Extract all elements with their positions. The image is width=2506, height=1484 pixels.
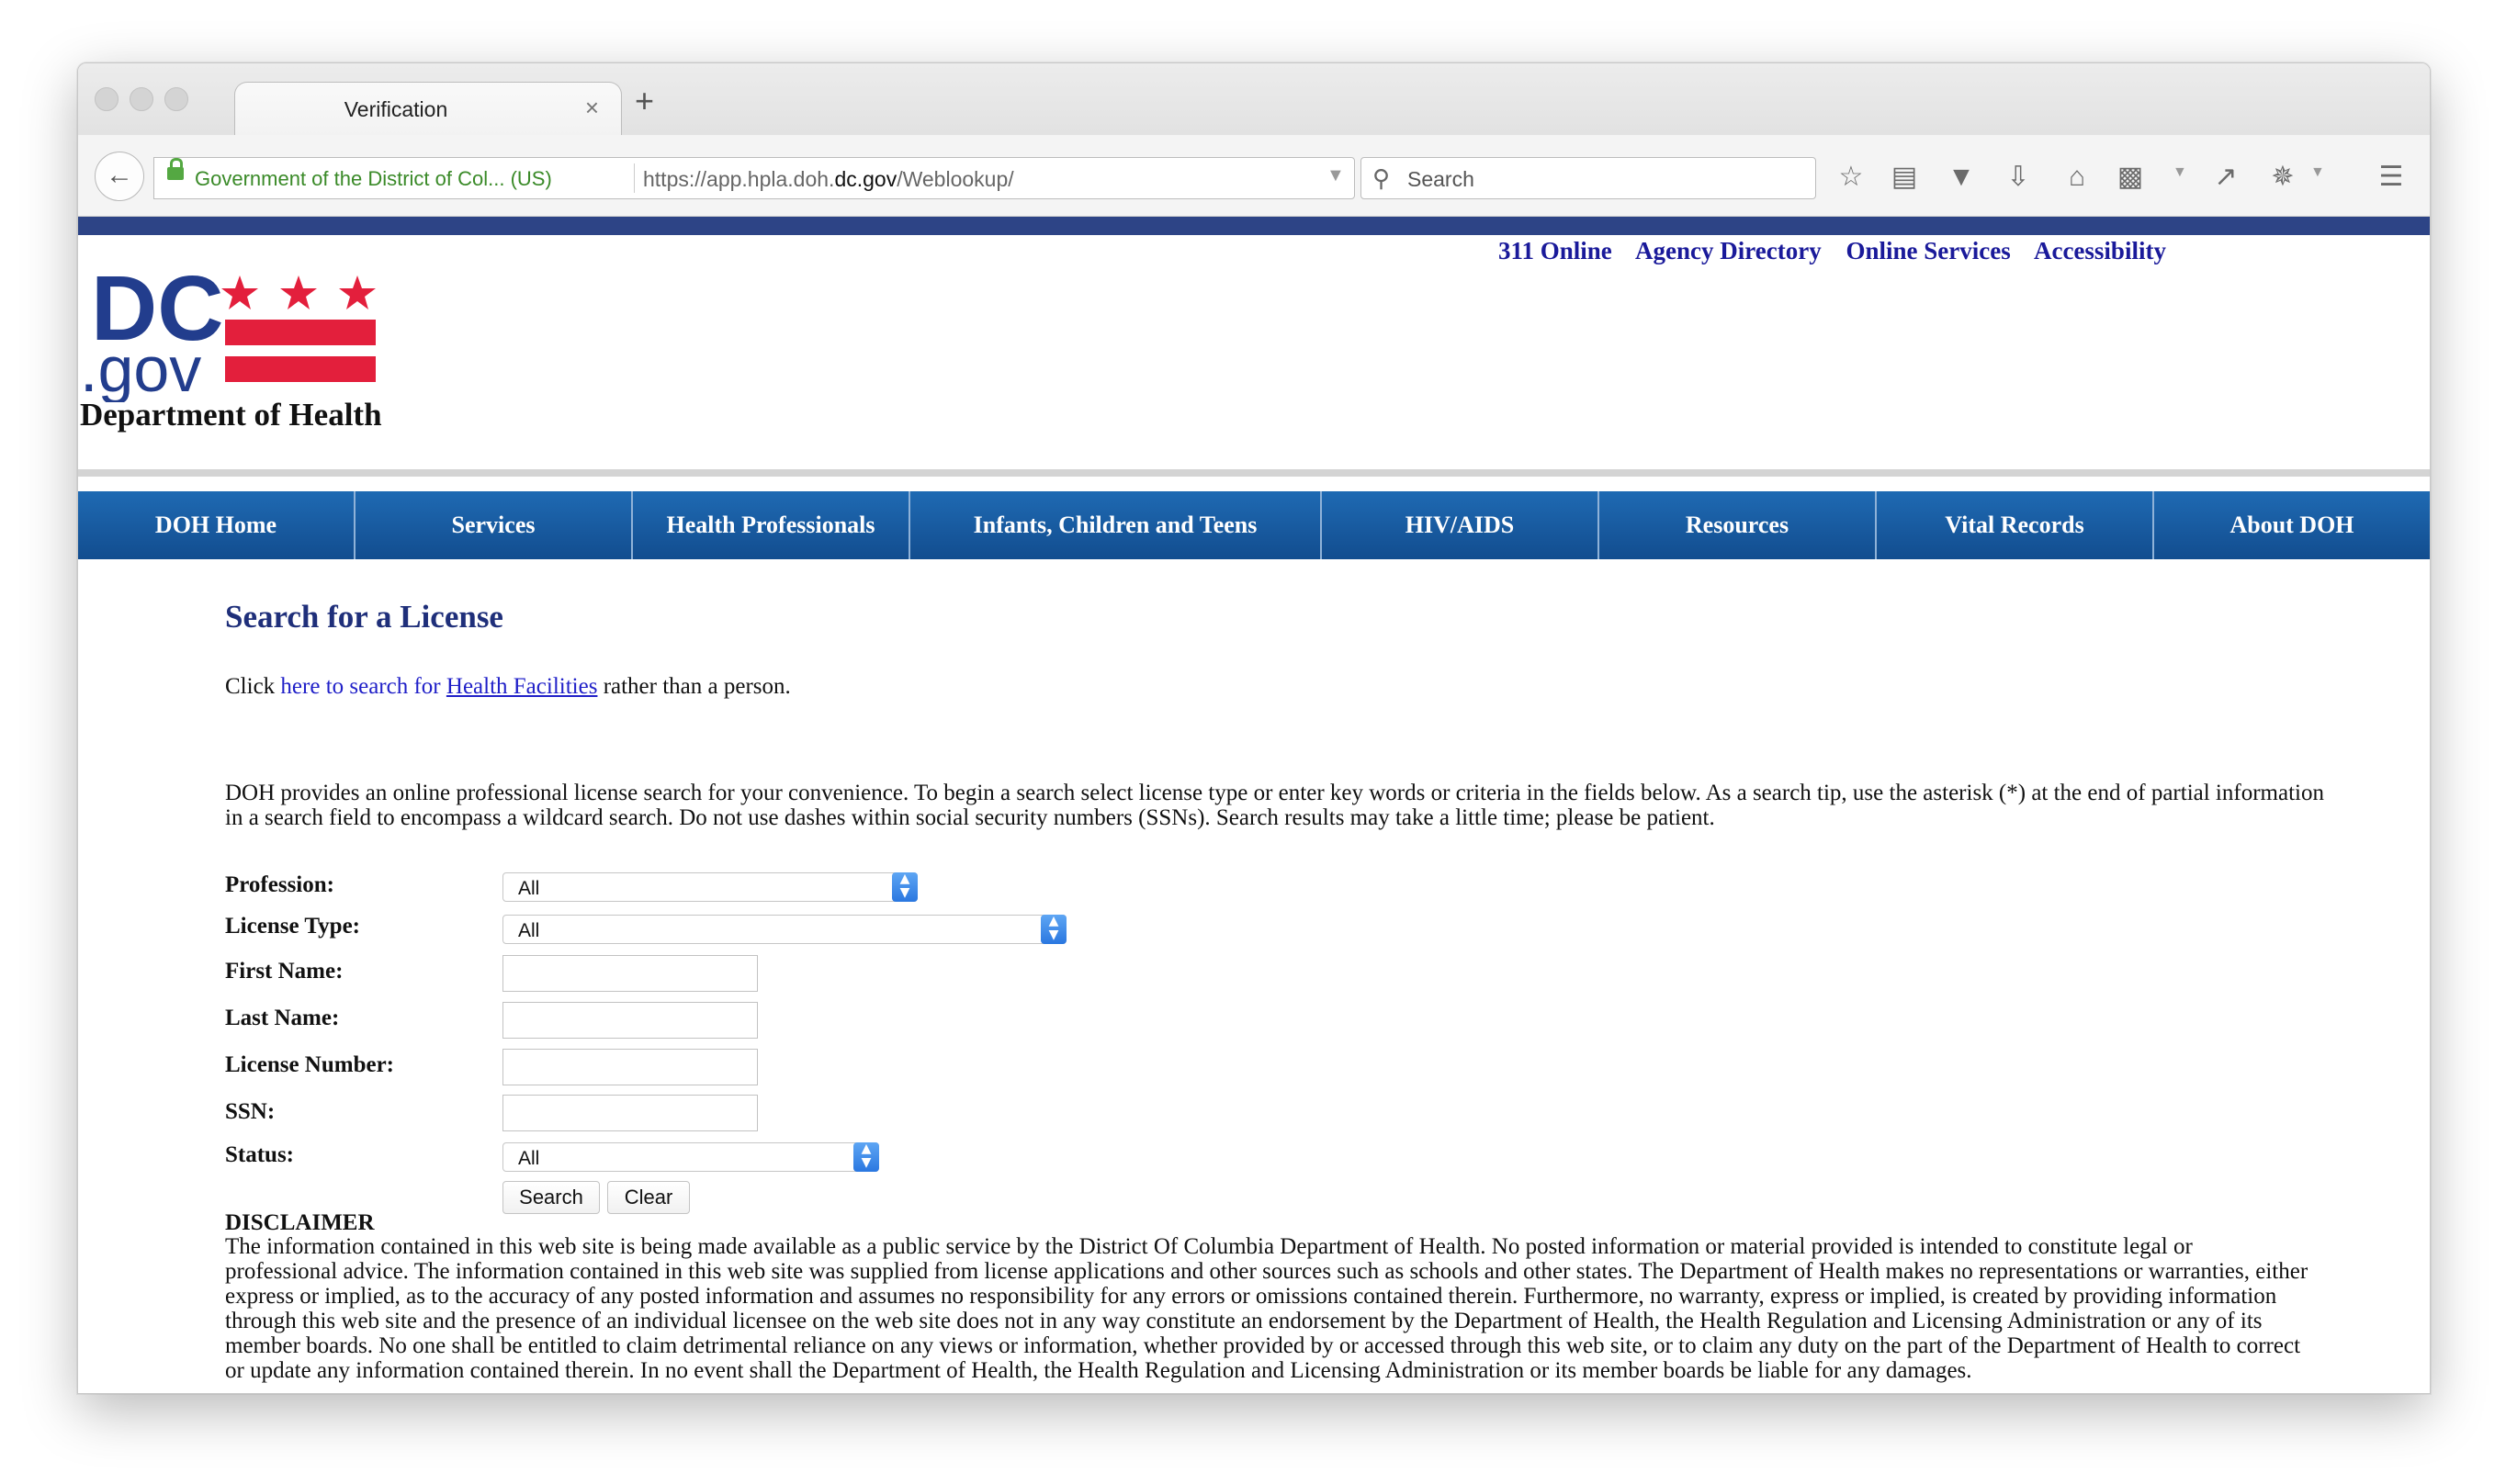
pdf-dropdown-icon[interactable]: ▼ bbox=[2173, 164, 2187, 181]
first-name-label: First Name: bbox=[225, 959, 344, 984]
department-name: Department of Health bbox=[80, 397, 382, 433]
health-facilities-link[interactable]: Health Facilities bbox=[446, 674, 598, 699]
site-identity[interactable]: Government of the District of Col... (US… bbox=[195, 167, 552, 191]
click-prefix: Click bbox=[225, 674, 281, 699]
ssn-input[interactable] bbox=[502, 1095, 758, 1131]
nav-vital-records[interactable]: Vital Records bbox=[1877, 491, 2154, 559]
title-bar: Verification × + bbox=[78, 63, 2430, 138]
clear-button[interactable]: Clear bbox=[607, 1181, 690, 1214]
status-select-value: All bbox=[518, 1148, 540, 1169]
nav-resources[interactable]: Resources bbox=[1599, 491, 1877, 559]
disclaimer-text: The information contained in this web si… bbox=[225, 1234, 2308, 1383]
license-type-select[interactable]: All ▲ ▼ bbox=[502, 915, 1067, 944]
minimize-window-button[interactable] bbox=[130, 87, 153, 111]
last-name-label: Last Name: bbox=[225, 1006, 340, 1030]
search-icon: ⚲ bbox=[1372, 164, 1391, 192]
bookmark-star-icon[interactable]: ☆ bbox=[1833, 159, 1869, 196]
nav-health-professionals[interactable]: Health Professionals bbox=[633, 491, 910, 559]
first-name-input[interactable] bbox=[502, 955, 758, 992]
extension-icon[interactable]: ✵ bbox=[2264, 159, 2301, 196]
browser-tab[interactable]: Verification × bbox=[234, 82, 622, 138]
license-type-label: License Type: bbox=[225, 914, 360, 939]
pocket-icon[interactable]: ▼ bbox=[1943, 159, 1980, 196]
profession-select[interactable]: All ▲ ▼ bbox=[502, 872, 918, 902]
license-number-input[interactable] bbox=[502, 1049, 758, 1085]
page-title: Search for a License bbox=[225, 599, 503, 635]
last-name-input[interactable] bbox=[502, 1002, 758, 1039]
zoom-window-button[interactable] bbox=[164, 87, 188, 111]
profession-label: Profession: bbox=[225, 872, 334, 897]
click-suffix: rather than a person. bbox=[597, 674, 791, 699]
url-dropdown-icon[interactable]: ▼ bbox=[1326, 165, 1345, 186]
main-navigation: DOH Home Services Health Professionals I… bbox=[78, 491, 2430, 559]
home-icon[interactable]: ⌂ bbox=[2059, 159, 2095, 196]
here-link[interactable]: here to search for bbox=[280, 674, 446, 699]
back-button[interactable]: ← bbox=[95, 152, 144, 201]
url-separator bbox=[634, 163, 635, 193]
lock-icon bbox=[167, 158, 184, 180]
tab-title: Verification bbox=[344, 97, 448, 121]
select-chevron-icon: ▲ ▼ bbox=[853, 1142, 879, 1172]
utility-links: 311 Online Agency Directory Online Servi… bbox=[1498, 237, 2184, 265]
url-bar[interactable]: Government of the District of Col... (US… bbox=[153, 157, 1399, 199]
pdf-icon[interactable]: ▩ bbox=[2112, 159, 2149, 196]
disclaimer-title: DISCLAIMER bbox=[225, 1210, 375, 1235]
license-type-select-value: All bbox=[518, 920, 540, 941]
extension-dropdown-icon[interactable]: ▼ bbox=[2310, 164, 2325, 181]
nav-doh-home[interactable]: DOH Home bbox=[78, 491, 356, 559]
search-instructions: DOH provides an online professional lice… bbox=[225, 781, 2324, 830]
tools-icon[interactable]: ↗ bbox=[2207, 159, 2244, 196]
select-chevron-icon: ▲ ▼ bbox=[1041, 915, 1067, 944]
tab-close-icon[interactable]: × bbox=[585, 94, 599, 122]
header-divider bbox=[78, 469, 2430, 477]
status-label: Status: bbox=[225, 1142, 295, 1167]
search-placeholder: Search bbox=[1407, 167, 1474, 191]
search-button[interactable]: Search bbox=[502, 1181, 600, 1214]
dc-gov-logo[interactable]: DC .gov bbox=[80, 255, 392, 402]
ssn-label: SSN: bbox=[225, 1099, 276, 1124]
browser-window: Verification × + ← Government of the Dis… bbox=[77, 62, 2431, 1394]
util-link-agency-directory[interactable]: Agency Directory bbox=[1635, 237, 1822, 264]
status-select[interactable]: All ▲ ▼ bbox=[502, 1142, 879, 1172]
back-icon: ← bbox=[106, 160, 133, 190]
license-number-label: License Number: bbox=[225, 1052, 394, 1077]
profession-select-value: All bbox=[518, 878, 540, 899]
facilities-link-line: Click here to search for Health Faciliti… bbox=[225, 674, 791, 700]
nav-about-doh[interactable]: About DOH bbox=[2154, 491, 2430, 559]
select-chevron-icon: ▲ ▼ bbox=[892, 872, 918, 902]
nav-infants-children-teens[interactable]: Infants, Children and Teens bbox=[910, 491, 1322, 559]
web-page: 311 Online Agency Directory Online Servi… bbox=[78, 217, 2430, 1393]
url-text[interactable]: https://app.hpla.doh.dc.gov/Weblookup/ bbox=[643, 167, 1014, 192]
reading-list-icon[interactable]: ▤ bbox=[1886, 159, 1923, 196]
close-window-button[interactable] bbox=[95, 87, 119, 111]
site-top-bar bbox=[78, 217, 2430, 235]
util-link-online-services[interactable]: Online Services bbox=[1846, 237, 2010, 264]
search-bar[interactable]: ⚲ Search bbox=[1360, 157, 1816, 199]
svg-text:.gov: .gov bbox=[80, 333, 201, 402]
nav-hiv-aids[interactable]: HIV/AIDS bbox=[1322, 491, 1599, 559]
util-link-311-online[interactable]: 311 Online bbox=[1498, 237, 1612, 264]
menu-icon[interactable]: ☰ bbox=[2373, 159, 2410, 196]
nav-services[interactable]: Services bbox=[356, 491, 633, 559]
new-tab-button[interactable]: + bbox=[635, 82, 654, 120]
download-icon[interactable]: ⇩ bbox=[2000, 159, 2037, 196]
util-link-accessibility[interactable]: Accessibility bbox=[2034, 237, 2166, 264]
browser-toolbar: ← Government of the District of Col... (… bbox=[78, 135, 2430, 217]
